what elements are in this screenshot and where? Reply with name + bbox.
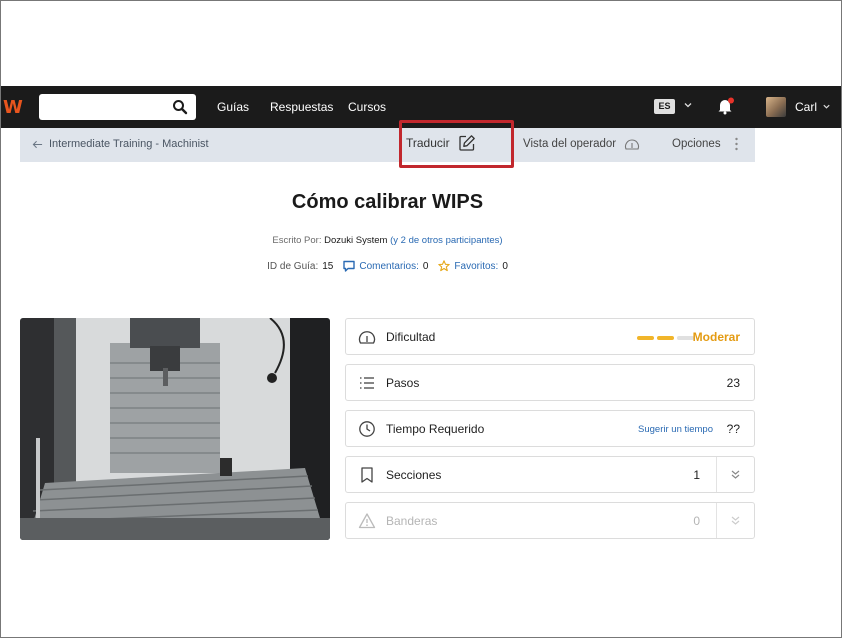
other-contributors-link[interactable]: (y 2 de otros participantes) <box>390 235 502 246</box>
double-chevron-down-icon[interactable] <box>730 469 741 480</box>
steps-label: Pasos <box>386 376 420 390</box>
language-selector[interactable]: ES <box>654 99 675 114</box>
nav-link-courses[interactable]: Cursos <box>348 100 386 114</box>
guide-id-value: 15 <box>322 260 334 272</box>
kebab-menu-icon <box>734 137 738 151</box>
divider <box>716 457 717 492</box>
bookmark-icon <box>361 467 373 483</box>
back-link-label: Intermediate Training - Machinist <box>49 138 209 150</box>
translate-highlight-box <box>399 120 514 168</box>
comment-icon <box>343 260 356 272</box>
flags-value: 0 <box>693 514 700 528</box>
gauge-icon <box>625 139 640 150</box>
favorites-link[interactable]: Favoritos: 0 <box>438 260 508 272</box>
nav-link-guides[interactable]: Guías <box>217 100 249 114</box>
divider <box>716 503 717 538</box>
options-menu-button[interactable]: Opciones <box>672 137 738 151</box>
guide-id-label: ID de Guía: <box>267 260 319 272</box>
avatar[interactable] <box>766 97 786 117</box>
author-byline: Escrito Por: Dozuki System (y 2 de otros… <box>0 235 775 246</box>
list-icon <box>360 377 374 389</box>
site-logo[interactable]: W <box>3 97 23 118</box>
comments-count: 0 <box>422 260 429 272</box>
user-name[interactable]: Carl <box>795 100 817 114</box>
difficulty-bar <box>677 336 694 340</box>
warning-icon <box>358 513 376 529</box>
arrow-left-icon <box>32 140 43 148</box>
chevron-down-icon[interactable] <box>822 102 831 111</box>
sections-label: Secciones <box>386 468 442 482</box>
sections-value: 1 <box>693 468 700 482</box>
guide-toolbar: Intermediate Training - Machinist <box>20 128 755 162</box>
time-required-value: ?? <box>726 422 740 436</box>
options-label: Opciones <box>672 138 721 150</box>
star-icon <box>438 260 451 272</box>
search-input[interactable] <box>39 94 196 120</box>
gauge-icon <box>358 331 376 344</box>
byline-prefix: Escrito Por: <box>272 235 322 246</box>
difficulty-value: Moderar <box>692 330 740 344</box>
operator-view-label: Vista del operador <box>523 138 617 150</box>
time-required-row: Tiempo Requerido Sugerir un tiempo ?? <box>345 410 755 447</box>
flags-label: Banderas <box>386 514 438 528</box>
difficulty-row: Dificultad Moderar <box>345 318 755 355</box>
comments-link[interactable]: Comentarios: 0 <box>343 260 428 272</box>
sections-row[interactable]: Secciones 1 <box>345 456 755 493</box>
difficulty-bar <box>657 336 674 340</box>
search-icon[interactable] <box>172 99 188 115</box>
page-title: Cómo calibrar WIPS <box>291 191 484 213</box>
steps-row: Pasos 23 <box>345 364 755 401</box>
guide-id: ID de Guía: 15 <box>267 261 333 272</box>
chevron-down-icon[interactable] <box>683 100 693 110</box>
notification-bell-icon[interactable] <box>716 97 734 115</box>
guide-main-image[interactable] <box>20 318 330 540</box>
nav-link-answers[interactable]: Respuestas <box>270 100 333 114</box>
favorites-count: 0 <box>502 260 508 272</box>
difficulty-label: Dificultad <box>386 330 436 344</box>
difficulty-bars <box>637 336 694 340</box>
steps-value: 23 <box>726 376 740 390</box>
guide-meta: ID de Guía: 15 Comentarios: 0 Favoritos:… <box>0 260 775 272</box>
back-link[interactable]: Intermediate Training - Machinist <box>32 138 209 150</box>
author-name[interactable]: Dozuki System <box>324 235 387 246</box>
difficulty-bar <box>637 336 654 340</box>
double-chevron-down-icon <box>731 516 740 525</box>
suggest-time-link[interactable]: Sugerir un tiempo <box>638 424 713 435</box>
flags-row: Banderas 0 <box>345 502 755 539</box>
comments-label: Comentarios: <box>359 260 419 272</box>
time-required-label: Tiempo Requerido <box>386 422 485 436</box>
operator-view-button[interactable]: Vista del operador <box>523 137 640 151</box>
favorites-label: Favoritos: <box>454 260 499 272</box>
clock-icon <box>359 421 375 437</box>
